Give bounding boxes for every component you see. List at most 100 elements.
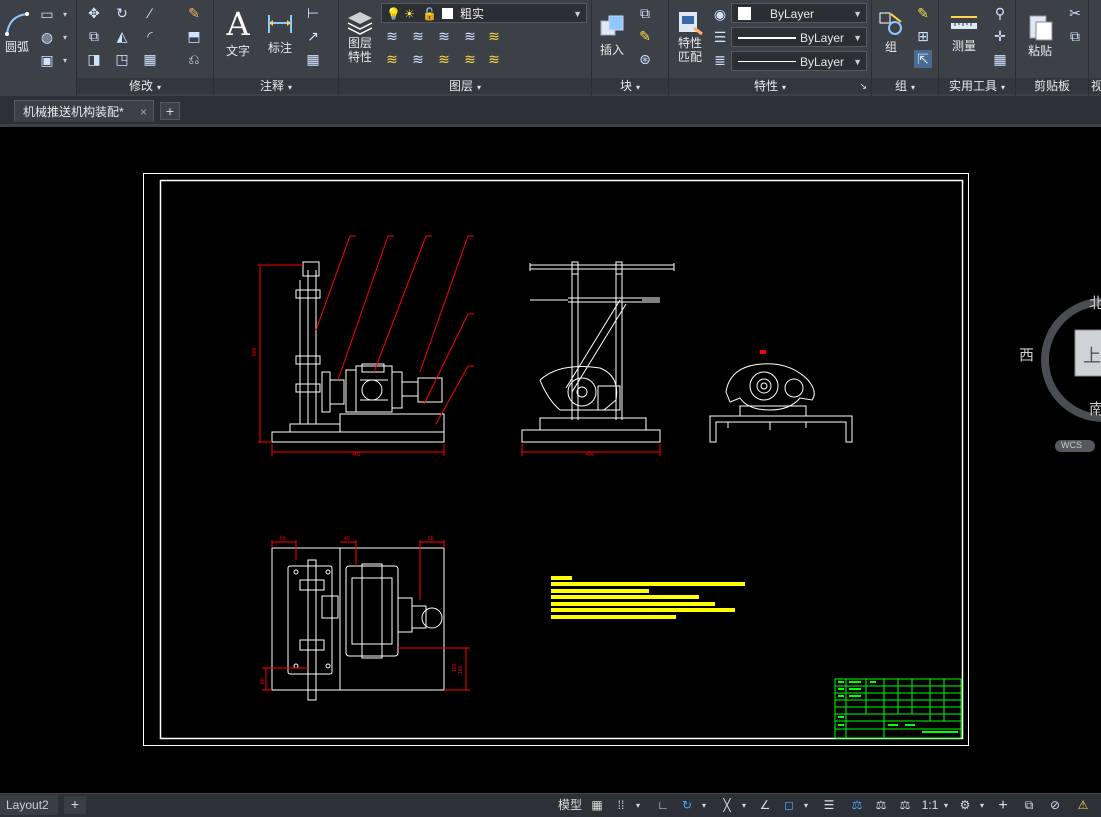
scale-icon[interactable]: ◳ — [113, 50, 131, 68]
model-space-toggle[interactable]: 模型 — [556, 797, 584, 814]
object-snap-icon[interactable]: ◻ — [780, 797, 798, 814]
drawing-canvas[interactable]: 500 400 400 60 40 60 150 100 60 北 西 上 南 … — [0, 127, 1101, 793]
add-icon[interactable]: + — [994, 797, 1012, 814]
workspace-gear-icon[interactable]: ⚙ — [956, 797, 974, 814]
workspace-dropdown-icon[interactable]: ▾ — [976, 797, 988, 814]
offset-icon[interactable]: ⎌ — [185, 50, 203, 68]
draw-dropdown-icon-2[interactable]: ▾ — [56, 28, 74, 46]
move-icon[interactable]: ✥ — [85, 4, 103, 22]
modify-panel-title[interactable]: 修改 ▾ — [77, 78, 213, 94]
rectangle-icon[interactable]: ▭ — [38, 5, 56, 23]
color-dropdown[interactable]: ByLayer ▼ — [731, 3, 867, 23]
object-snap-tracking-icon[interactable]: ∠ — [756, 797, 774, 814]
layer-tool-9-icon[interactable]: ≋ — [461, 50, 479, 68]
point-coords-icon[interactable]: ✛ — [991, 27, 1009, 45]
object-snap-dropdown-icon[interactable]: ▾ — [800, 797, 812, 814]
isolate-objects-icon[interactable]: ⧉ — [1020, 797, 1038, 814]
arc-button[interactable]: 圆弧 — [0, 2, 34, 62]
text-button[interactable]: A 文字 — [218, 2, 258, 62]
erase-icon[interactable]: ✎ — [185, 4, 203, 22]
layer-tool-3-icon[interactable]: ≋ — [435, 27, 453, 45]
panel-launcher-icon[interactable]: ↘ — [859, 78, 867, 94]
layer-tool-2-icon[interactable]: ≋ — [409, 27, 427, 45]
copy-icon[interactable]: ⧉ — [85, 27, 103, 45]
cut-icon[interactable]: ✂ — [1066, 4, 1084, 22]
document-tab[interactable]: 机械推送机构装配* × — [14, 100, 154, 122]
copy-clip-icon[interactable]: ⧉ — [1066, 27, 1084, 45]
new-tab-button[interactable]: + — [160, 102, 180, 120]
dimension-button[interactable]: 标注 — [260, 2, 300, 62]
quick-select-icon[interactable]: ⚲ — [991, 4, 1009, 22]
notification-icon[interactable]: ⚠ — [1074, 797, 1092, 814]
viewcube-top-face[interactable]: 上 — [1083, 342, 1101, 368]
layout2-tab[interactable]: Layout2 — [0, 795, 58, 815]
fillet-icon[interactable]: ◜ — [141, 27, 159, 45]
group-select-icon[interactable]: ⇱ — [914, 50, 932, 68]
trim-icon[interactable]: ⁄ — [141, 4, 159, 22]
explode-icon[interactable]: ⬒ — [185, 27, 203, 45]
table-icon[interactable]: ▦ — [304, 50, 322, 68]
rotate-icon[interactable]: ↻ — [113, 4, 131, 22]
layer-tool-4-icon[interactable]: ≋ — [461, 27, 479, 45]
match-properties-button[interactable]: 特性 匹配 — [671, 2, 709, 72]
properties-panel-title[interactable]: 特性 ▾ ↘ — [669, 78, 871, 94]
viewcube[interactable]: 北 西 上 南 WCS — [1019, 292, 1101, 462]
stretch-icon[interactable]: ◨ — [85, 50, 103, 68]
array-icon[interactable]: ▦ — [141, 50, 159, 68]
linear-dim-icon[interactable]: ⊢ — [304, 4, 322, 22]
draw-dropdown-icon-3[interactable]: ▾ — [56, 51, 74, 69]
layer-properties-button[interactable]: 图层 特性 — [341, 2, 379, 72]
ortho-icon[interactable]: ∟ — [654, 797, 672, 814]
annotation-panel-title[interactable]: 注释 ▾ — [214, 78, 338, 94]
hardware-accel-icon[interactable]: ⊘ — [1046, 797, 1064, 814]
attribute-icon[interactable]: ⊛ — [636, 50, 654, 68]
create-block-icon[interactable]: ⧉ — [636, 4, 654, 22]
ungroup-icon[interactable]: ✎ — [914, 4, 932, 22]
measure-button[interactable]: 测量 — [941, 2, 987, 62]
polar-dropdown-icon[interactable]: ▾ — [698, 797, 710, 814]
viewcube-west[interactable]: 西 — [1019, 344, 1034, 365]
layer-tool-5-icon[interactable]: ≋ — [485, 27, 503, 45]
lineweight-toggle-icon[interactable]: ☰ — [820, 797, 838, 814]
layer-tool-6-icon[interactable]: ≋ — [383, 50, 401, 68]
groups-panel-title[interactable]: 组 ▾ — [872, 78, 938, 94]
isodraft-dropdown-icon[interactable]: ▾ — [738, 797, 750, 814]
view-panel-title[interactable]: 视 — [1089, 78, 1101, 94]
mirror-icon[interactable]: ◭ — [113, 27, 131, 45]
polar-tracking-icon[interactable]: ↻ — [678, 797, 696, 814]
paste-button[interactable]: 粘贴 — [1018, 2, 1062, 68]
isodraft-icon[interactable]: ╳ — [718, 797, 736, 814]
annotation-scale-icon[interactable]: ⚖ — [848, 797, 866, 814]
lineweight-dropdown[interactable]: ByLayer ▼ — [731, 51, 867, 71]
annotation-visibility-icon[interactable]: ⚖ — [872, 797, 890, 814]
viewcube-north[interactable]: 北 — [1089, 292, 1101, 313]
linetype-dropdown[interactable]: ByLayer ▼ — [731, 27, 867, 47]
snap-icon[interactable]: ⁞⁞ — [612, 797, 630, 814]
utilities-panel-title[interactable]: 实用工具 ▾ — [939, 78, 1015, 94]
clipboard-panel-title[interactable]: 剪贴板 — [1016, 78, 1088, 94]
layer-dropdown[interactable]: 💡 ☀ 🔓 粗实 ▼ — [381, 3, 587, 23]
hatch-icon[interactable]: ◍ — [38, 28, 56, 46]
leader-icon[interactable]: ↗ — [304, 27, 322, 45]
scale-dropdown-icon[interactable]: ▾ — [940, 797, 952, 814]
grid-icon[interactable]: ▦ — [588, 797, 606, 814]
layer-tool-1-icon[interactable]: ≋ — [383, 27, 401, 45]
viewcube-wcs[interactable]: WCS — [1061, 440, 1082, 450]
insert-block-button[interactable]: 插入 — [594, 2, 630, 68]
snap-dropdown-icon[interactable]: ▾ — [632, 797, 644, 814]
layers-panel-title[interactable]: 图层 ▾ — [339, 78, 591, 94]
draw-dropdown-icon[interactable]: ▾ — [56, 5, 74, 23]
block-panel-title[interactable]: 块 ▾ — [592, 78, 668, 94]
group-button[interactable]: 组 — [874, 2, 908, 62]
add-layout-button[interactable]: + — [64, 796, 86, 814]
layer-tool-8-icon[interactable]: ≋ — [435, 50, 453, 68]
group-edit-icon[interactable]: ⊞ — [914, 27, 932, 45]
auto-scale-icon[interactable]: ⚖ — [896, 797, 914, 814]
calculator-icon[interactable]: ▦ — [991, 50, 1009, 68]
edit-block-icon[interactable]: ✎ — [636, 27, 654, 45]
close-tab-icon[interactable]: × — [140, 101, 147, 123]
layer-tool-7-icon[interactable]: ≋ — [409, 50, 427, 68]
annotation-scale-value[interactable]: 1:1 — [920, 797, 940, 814]
layer-tool-10-icon[interactable]: ≋ — [485, 50, 503, 68]
region-icon[interactable]: ▣ — [38, 51, 56, 69]
